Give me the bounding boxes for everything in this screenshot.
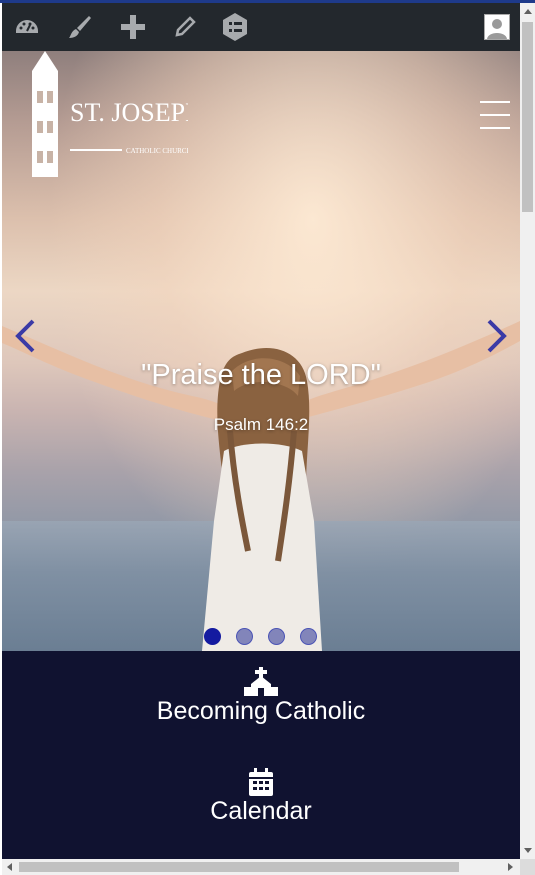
user-avatar-icon[interactable] [484,14,510,40]
becoming-catholic-link[interactable]: Becoming Catholic [2,667,520,726]
church-logo[interactable]: ST. JOSEPH CATHOLIC CHURCH [28,51,188,181]
slider-dot-2[interactable] [236,628,253,645]
calendar-link[interactable]: Calendar [2,767,520,826]
vertical-scroll-thumb[interactable] [522,22,533,212]
admin-toolbar [2,3,520,51]
calendar-icon [249,768,273,796]
slider-next-button[interactable] [482,316,512,356]
menu-list-icon[interactable] [220,12,250,42]
scrollbar-corner [520,859,535,875]
scroll-up-icon[interactable] [524,9,532,14]
slider-prev-button[interactable] [10,316,40,356]
horizontal-scroll-thumb[interactable] [19,862,459,872]
slide-quote: "Praise the LORD" [141,359,381,391]
slider-dot-1[interactable] [204,628,221,645]
vertical-scrollbar[interactable] [520,3,535,859]
scroll-left-icon[interactable] [7,863,12,871]
church-icon [244,667,278,696]
scroll-down-icon[interactable] [524,848,532,853]
page-viewport: ST. JOSEPH CATHOLIC CHURCH "Praise the L… [2,51,520,859]
slider-dot-3[interactable] [268,628,285,645]
add-new-icon[interactable] [118,12,148,42]
hamburger-menu-button[interactable] [480,101,510,131]
calendar-label: Calendar [210,797,312,825]
quick-links-section: Becoming Catholic Calendar [2,651,520,859]
horizontal-scrollbar[interactable] [2,859,520,875]
becoming-catholic-label: Becoming Catholic [156,697,366,725]
hero-slider: ST. JOSEPH CATHOLIC CHURCH "Praise the L… [2,51,520,651]
scroll-right-icon[interactable] [508,863,513,871]
slide-citation: Psalm 146:2 [213,415,309,434]
logo-name: ST. JOSEPH [70,98,188,127]
slider-pagination [2,628,520,648]
dashboard-icon[interactable] [12,12,42,42]
logo-subtitle: CATHOLIC CHURCH [126,147,188,155]
customize-brush-icon[interactable] [65,12,95,42]
edit-pencil-icon[interactable] [170,12,200,42]
slider-dot-4[interactable] [300,628,317,645]
